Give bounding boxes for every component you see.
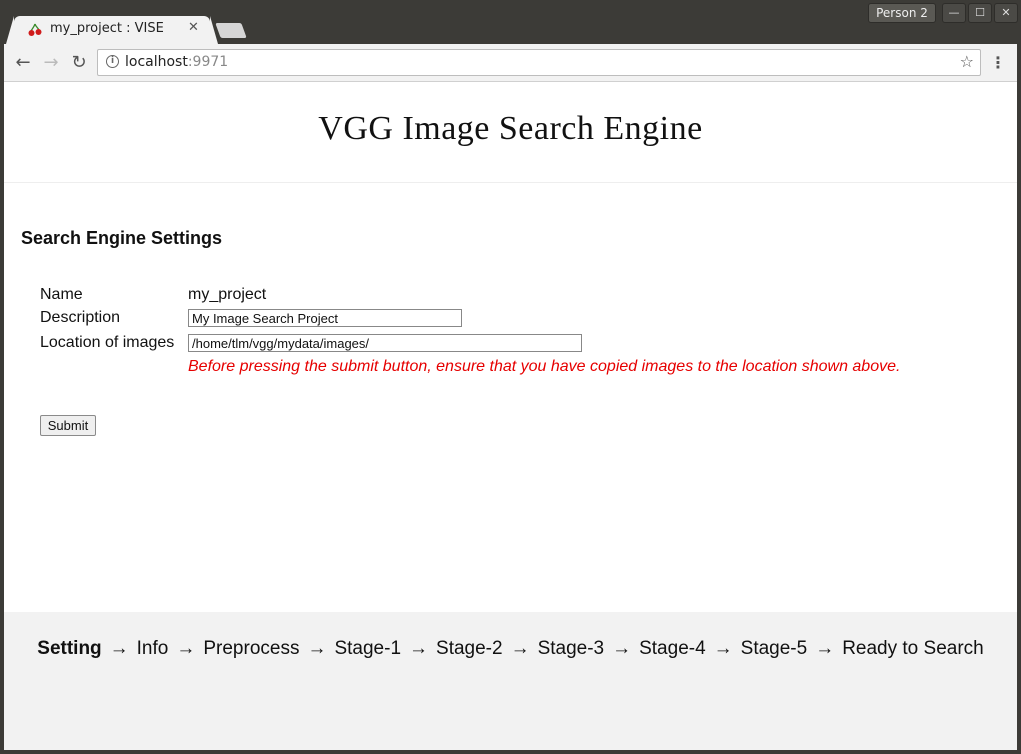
step-arrow: →: [612, 638, 632, 659]
url-text: localhost:9971: [125, 54, 228, 70]
back-arrow-icon[interactable]: ←: [12, 52, 34, 74]
page-title: VGG Image Search Engine: [318, 110, 703, 147]
menu-dots-icon[interactable]: ⋮: [990, 52, 1006, 74]
tab-close-icon[interactable]: ✕: [188, 20, 199, 35]
step-stage-2: Stage-2: [436, 638, 503, 659]
step-arrow: →: [307, 638, 327, 659]
step-stage-1: Stage-1: [334, 638, 402, 659]
minimize-button[interactable]: —: [942, 3, 966, 23]
step-info: Info: [136, 638, 169, 659]
forward-arrow-icon[interactable]: →: [40, 52, 62, 74]
tab-active[interactable]: my_project : VISE ✕: [6, 16, 218, 44]
step-stage-3: Stage-3: [537, 638, 605, 659]
page-viewport: VGG Image Search Engine Search Engine Se…: [4, 82, 1017, 750]
step-stage-4: Stage-4: [639, 638, 706, 659]
step-arrow: →: [409, 638, 429, 659]
step-arrow: →: [510, 638, 530, 659]
reload-icon[interactable]: ↻: [68, 52, 90, 74]
location-label: Location of images: [40, 334, 175, 351]
warning-message: Before pressing the submit button, ensur…: [188, 358, 901, 375]
step-arrow: →: [815, 638, 835, 659]
step-preprocess: Preprocess: [203, 638, 300, 659]
url-port: :9971: [187, 54, 229, 70]
submit-button[interactable]: Submit: [40, 415, 96, 436]
page-header: VGG Image Search Engine: [4, 82, 1017, 183]
cherry-icon: [28, 23, 42, 36]
name-label: Name: [40, 286, 83, 303]
browser-window: my_project : VISE ✕ Person 2 — ☐ ✕ ← → ↻…: [0, 0, 1021, 754]
close-window-button[interactable]: ✕: [994, 3, 1018, 23]
name-value: my_project: [188, 286, 267, 303]
star-icon[interactable]: ☆: [960, 52, 974, 71]
description-label: Description: [40, 309, 121, 326]
steps-list: Setting → Info → Preprocess → Stage-1 → Stage-2 →…: [4, 638, 1017, 660]
location-input[interactable]: [188, 334, 582, 352]
url-host: localhost: [125, 54, 188, 70]
step-ready: Ready to Search: [842, 638, 984, 659]
step-stage-5: Stage-5: [740, 638, 808, 659]
step-setting: Setting: [37, 638, 102, 659]
step-arrow: →: [109, 638, 129, 659]
maximize-button[interactable]: ☐: [968, 3, 992, 23]
info-icon[interactable]: i: [106, 55, 119, 68]
tab-strip: my_project : VISE ✕ Person 2 — ☐ ✕: [0, 0, 1021, 44]
new-tab-button[interactable]: [215, 23, 247, 38]
step-arrow: →: [713, 638, 733, 659]
address-bar[interactable]: i localhost:9971 ☆: [97, 49, 981, 76]
profile-button[interactable]: Person 2: [868, 3, 936, 23]
description-input[interactable]: [188, 309, 462, 327]
step-arrow: →: [176, 638, 196, 659]
section-title: Search Engine Settings: [21, 228, 223, 248]
browser-toolbar: ← → ↻ i localhost:9971 ☆ ⋮: [4, 44, 1017, 82]
tab-title: my_project : VISE: [50, 21, 164, 36]
progress-footer: Setting → Info → Preprocess → Stage-1 → Stage-2 →…: [4, 612, 1017, 750]
